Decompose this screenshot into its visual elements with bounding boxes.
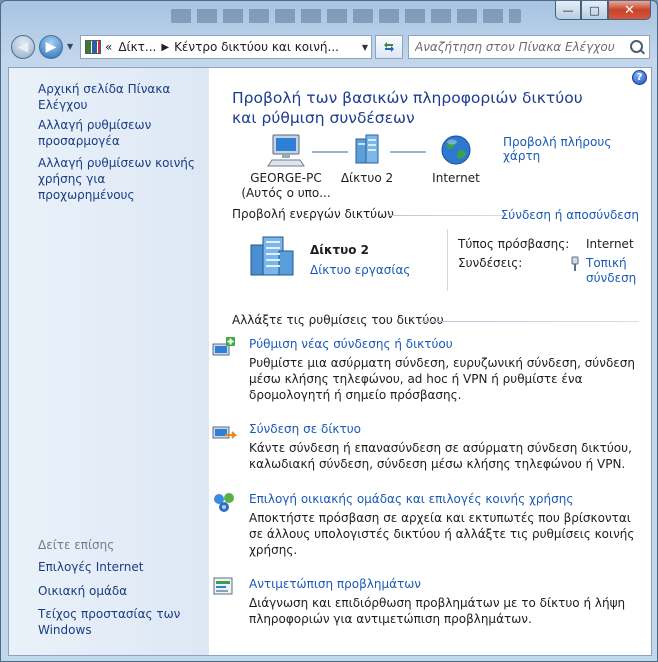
view-full-map-link[interactable]: Προβολή πλήρους χάρτη <box>503 135 651 163</box>
map-computer[interactable]: GEORGE-PC (Αυτός ο υπο... <box>231 133 341 201</box>
map-internet[interactable]: Internet <box>421 133 491 186</box>
sidebar-link-sharing[interactable]: Αλλαγή ρυθμίσεων κοινής χρήσης για προχω… <box>38 155 203 203</box>
local-connection-link[interactable]: Τοπική σύνδεση <box>586 256 646 286</box>
computer-subtitle: (Αυτός ο υπο... <box>241 186 331 200</box>
sidebar-link-adapter[interactable]: Αλλαγή ρυθμίσεων προσαρμογέα <box>38 117 178 149</box>
task-homegroup-link[interactable]: Επιλογή οικιακής ομάδας και επιλογές κοι… <box>249 491 641 507</box>
sidebar-link-homegroup[interactable]: Οικιακή ομάδα <box>38 583 127 599</box>
title-bar[interactable]: — □ ✕ <box>1 1 657 29</box>
page-title: Προβολή των βασικών πληροφοριών δικτύου … <box>232 89 583 127</box>
control-panel-icon <box>85 40 101 54</box>
active-network-name: Δίκτυο 2 <box>310 243 370 257</box>
connect-disconnect-link[interactable]: Σύνδεση ή αποσύνδεση <box>501 208 639 222</box>
task-new-connection-link[interactable]: Ρύθμιση νέας σύνδεσης ή δικτύου <box>249 336 641 352</box>
internet-label: Internet <box>432 171 480 185</box>
new-connection-icon <box>212 337 235 356</box>
sidebar: Αρχική σελίδα Πίνακα Ελέγχου Αλλαγή ρυθμ… <box>9 68 209 655</box>
see-also-heading: Δείτε επίσης <box>38 538 115 552</box>
client-area: Αρχική σελίδα Πίνακα Ελέγχου Αλλαγή ρυθμ… <box>8 67 652 656</box>
computer-name: GEORGE-PC <box>250 171 322 185</box>
active-networks-heading: Προβολή ενεργών δικτύων <box>232 207 394 221</box>
computer-icon <box>267 134 305 167</box>
ethernet-connection-icon <box>571 256 579 271</box>
connections-label: Συνδέσεις: <box>458 256 523 270</box>
network-icon <box>355 134 379 164</box>
window: — □ ✕ ◀ ▶ ▼ « Δίκτ... ▶ Κέντρο δικτύου κ… <box>0 0 658 662</box>
close-button[interactable]: ✕ <box>608 1 651 20</box>
minimize-button[interactable]: — <box>555 1 581 20</box>
maximize-button[interactable]: □ <box>581 1 608 20</box>
address-overflow[interactable]: « <box>105 40 112 54</box>
sidebar-link-home[interactable]: Αρχική σελίδα Πίνακα Ελέγχου <box>38 81 209 113</box>
task-new-connection: Ρύθμιση νέας σύνδεσης ή δικτύου Ρυθμίστε… <box>212 336 641 403</box>
vertical-divider <box>447 229 448 291</box>
search-input[interactable] <box>415 40 620 54</box>
navigation-bar: ◀ ▶ ▼ « Δίκτ... ▶ Κέντρο δικτύου και κοι… <box>1 31 657 63</box>
sidebar-link-internet-options[interactable]: Επιλογές Internet <box>38 559 143 575</box>
network-label: Δίκτυο 2 <box>340 171 394 185</box>
caption-buttons: — □ ✕ <box>555 1 651 20</box>
connect-network-icon <box>212 426 237 439</box>
task-connect-network-desc: Κάντε σύνδεση ή επανασύνδεση σε ασύρματη… <box>249 441 632 471</box>
task-connect-network-link[interactable]: Σύνδεση σε δίκτυο <box>249 421 641 437</box>
search-box[interactable] <box>408 35 650 59</box>
address-dropdown-icon[interactable]: ▼ <box>362 43 368 52</box>
globe-icon <box>441 135 471 165</box>
refresh-button[interactable] <box>375 35 403 59</box>
refresh-icon <box>384 42 394 52</box>
breadcrumb-separator-icon[interactable]: ▶ <box>161 42 169 53</box>
network-buildings-icon <box>250 236 294 276</box>
divider-active-networks <box>389 215 507 216</box>
breadcrumb-network[interactable]: Δίκτ... <box>118 40 156 54</box>
task-troubleshoot-desc: Διάγνωση και επιδιόρθωση προβλημάτων με … <box>249 596 626 626</box>
forward-button[interactable]: ▶ <box>39 35 63 59</box>
divider-change-settings <box>421 321 639 322</box>
help-icon[interactable]: ? <box>632 70 647 85</box>
change-settings-heading: Αλλάξτε τις ρυθμίσεις του δικτύου <box>232 313 444 327</box>
access-type-label: Τύπος πρόσβασης: <box>458 237 570 251</box>
address-bar[interactable]: « Δίκτ... ▶ Κέντρο δικτύου και κοινή... … <box>80 35 372 59</box>
map-network[interactable]: Δίκτυο 2 <box>339 133 395 186</box>
breadcrumb-network-center[interactable]: Κέντρο δικτύου και κοινή... <box>174 40 339 54</box>
task-new-connection-desc: Ρυθμίστε μια ασύρματη σύνδεση, ευρυζωνικ… <box>249 356 635 402</box>
network-type-link[interactable]: Δίκτυο εργασίας <box>310 263 410 277</box>
back-button[interactable]: ◀ <box>11 35 35 59</box>
task-troubleshoot: Αντιμετώπιση προβλημάτων Διάγνωση και επ… <box>213 576 641 627</box>
blurred-background-text <box>171 9 521 23</box>
task-homegroup-desc: Αποκτήστε πρόσβαση σε αρχεία και εκτυπωτ… <box>249 511 635 557</box>
recent-pages-chevron-icon[interactable]: ▼ <box>67 42 73 51</box>
task-homegroup: Επιλογή οικιακής ομάδας και επιλογές κοι… <box>214 491 641 558</box>
task-troubleshoot-link[interactable]: Αντιμετώπιση προβλημάτων <box>249 576 641 592</box>
sidebar-link-firewall[interactable]: Τείχος προστασίας των Windows <box>38 606 188 638</box>
troubleshoot-icon <box>213 577 233 595</box>
homegroup-icon <box>214 493 234 512</box>
search-icon[interactable] <box>630 40 643 53</box>
task-connect-network: Σύνδεση σε δίκτυο Κάντε σύνδεση ή επανασ… <box>212 421 641 472</box>
access-type-value: Internet <box>586 237 634 251</box>
main-content: ? Προβολή των βασικών πληροφοριών δικτύο… <box>209 68 651 655</box>
